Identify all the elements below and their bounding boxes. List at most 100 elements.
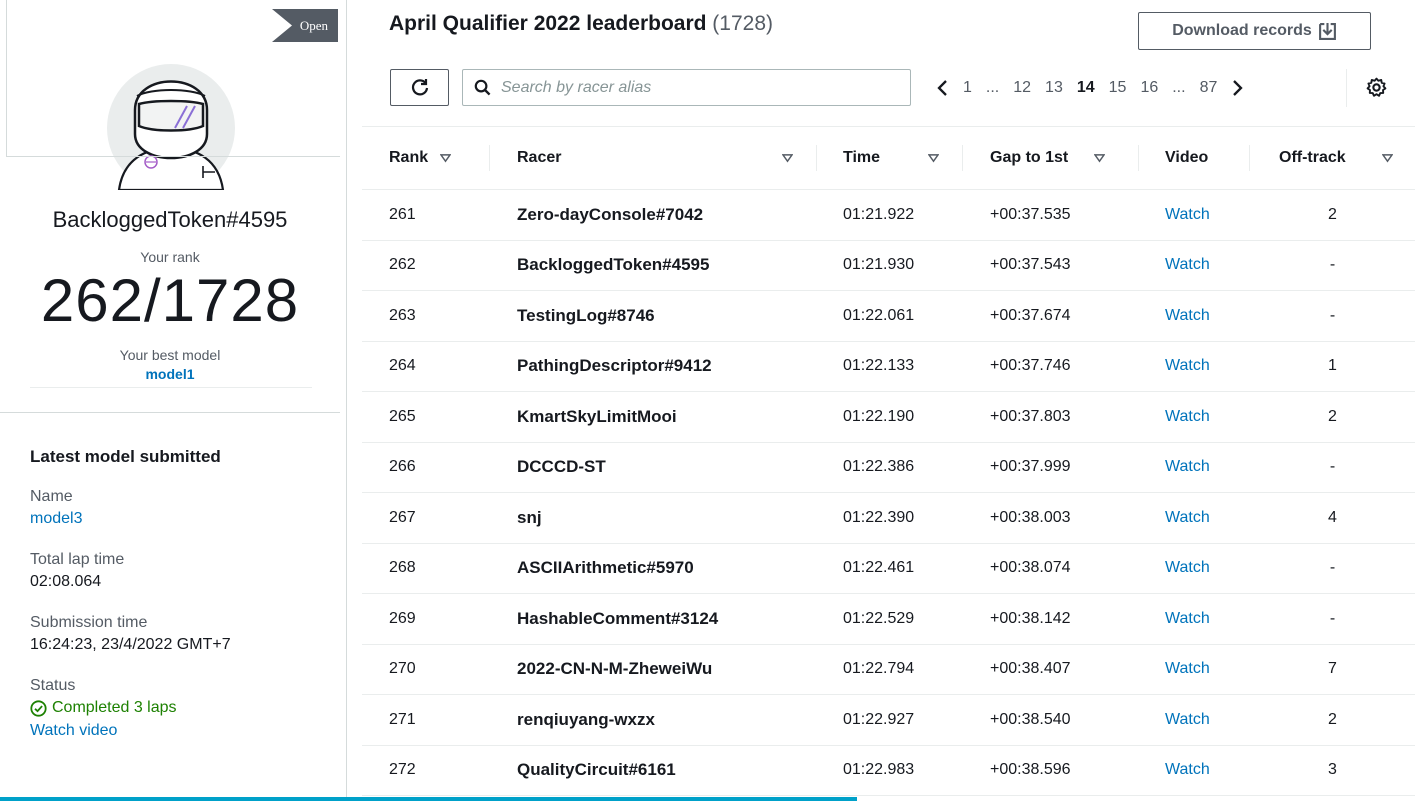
previous-page-button[interactable] [930,79,956,97]
time-cell: 01:22.386 [843,458,915,476]
page-item[interactable]: 13 [1038,79,1070,97]
open-tag[interactable]: Open [272,9,338,42]
gap-cell: +00:38.596 [990,761,1071,779]
time-cell: 01:22.133 [843,357,915,375]
page-ellipsis: ... [985,79,1000,96]
time-cell: 01:22.461 [843,559,915,577]
column-header-racer[interactable]: Racer [490,127,817,190]
watch-link[interactable]: Watch [1139,745,1250,796]
watch-video-link[interactable]: Watch video [30,720,330,742]
download-icon [1318,22,1336,40]
status-text: Completed 3 laps [52,699,177,716]
watch-link[interactable]: Watch [1139,240,1250,291]
column-label-racer: Racer [517,149,562,166]
download-records-button[interactable]: Download records [1138,12,1371,50]
sort-down-icon[interactable] [440,153,452,163]
offtrack-cell: - [1329,609,1336,627]
model-name-link[interactable]: model3 [30,507,330,531]
table-row: 272 QualityCircuit#6161 01:22.983 +00:38.59… [362,745,1415,796]
search-icon [474,79,491,96]
status-badge: Completed 3 laps [30,696,330,720]
watch-link[interactable]: Watch [1139,291,1250,342]
watch-link[interactable]: Watch [1139,644,1250,695]
gap-cell: +00:38.003 [990,508,1071,526]
refresh-button[interactable] [390,69,449,106]
latest-model-heading: Latest model submitted [30,447,221,466]
column-header-rank[interactable]: Rank [362,127,490,190]
racer-cell: ASCIIArithmetic#5970 [517,558,694,578]
sort-down-icon[interactable] [928,153,939,163]
time-cell: 01:22.061 [843,306,915,324]
rank-cell: 269 [389,609,416,627]
search-field[interactable] [462,69,911,106]
column-header-offtrack[interactable]: Off-track [1250,127,1415,190]
sort-down-icon[interactable] [1382,153,1393,163]
gap-cell: +00:38.074 [990,559,1071,577]
gap-cell: +00:37.746 [990,357,1071,375]
lap-time-label: Total lap time [30,551,125,568]
time-cell: 01:22.794 [843,660,915,678]
rank-cell: 265 [389,407,416,425]
column-header-time[interactable]: Time [817,127,963,190]
watch-link[interactable]: Watch [1139,442,1250,493]
model-name-label: Name [30,488,73,505]
status-field: Status Completed 3 laps Watch video [30,676,330,742]
gap-cell: +00:38.540 [990,710,1071,728]
pagination: 1 ... 12 13 14 15 16 ... 87 [930,70,1250,106]
rank-value: 262/1728 [40,267,300,334]
next-page-button[interactable] [1224,79,1250,97]
column-label-rank: Rank [389,149,429,166]
offtrack-cell: - [1329,256,1336,274]
page-item[interactable]: 1 [956,79,979,97]
racer-cell: HashableComment#3124 [517,608,719,628]
model-name-field: Name model3 [30,487,330,531]
column-label-time: Time [843,149,881,166]
page-item-current[interactable]: 14 [1070,79,1102,97]
page-item[interactable]: 87 [1193,79,1225,97]
gap-cell: +00:37.674 [990,306,1071,324]
time-cell: 01:22.190 [843,407,915,425]
leaderboard-table: Rank Racer Time Gap to 1st Video Off-tra… [362,126,1415,796]
search-input[interactable] [501,78,891,97]
racer-cell: Zero-dayConsole#7042 [517,204,704,224]
table-row: 266 DCCCD-ST 01:22.386 +00:37.999 Watch - [362,442,1415,493]
time-cell: 01:22.390 [843,508,915,526]
watch-link[interactable]: Watch [1139,594,1250,645]
sort-down-icon[interactable] [1094,153,1106,163]
watch-link[interactable]: Watch [1139,392,1250,443]
racer-cell: TestingLog#8746 [517,305,655,325]
watch-link[interactable]: Watch [1139,341,1250,392]
latest-model-section: Latest model submitted Name model3 Total… [30,447,330,742]
gap-cell: +00:37.999 [990,458,1071,476]
table-row: 269 HashableComment#3124 01:22.529 +00:38.1… [362,594,1415,645]
pagination-divider [1346,69,1347,107]
racer-cell: renqiuyang-wxzx [517,709,655,729]
page-item[interactable]: 12 [1006,79,1038,97]
profile-divider [6,156,340,157]
offtrack-cell: 7 [1328,660,1337,678]
page-item[interactable]: 15 [1102,79,1134,97]
table-row: 261 Zero-dayConsole#7042 01:21.922 +00:37.5… [362,190,1415,241]
best-model-link[interactable]: model1 [0,366,340,382]
rank-cell: 262 [389,256,416,274]
racer-name: BackloggedToken#4595 [52,207,288,232]
gap-cell: +00:37.543 [990,256,1071,274]
settings-button[interactable] [1366,77,1387,103]
offtrack-cell: 2 [1328,205,1337,223]
rank-cell: 261 [389,205,416,223]
sort-down-icon[interactable] [782,153,793,163]
rank-cell: 266 [389,458,416,476]
page-item[interactable]: 16 [1133,79,1165,97]
lap-time-value: 02:08.064 [30,573,102,590]
offtrack-cell: - [1329,559,1336,577]
column-label-video: Video [1165,149,1209,166]
status-label: Status [30,677,76,694]
watch-link[interactable]: Watch [1139,695,1250,746]
rank-cell: 267 [389,508,416,526]
watch-link[interactable]: Watch [1139,493,1250,544]
watch-link[interactable]: Watch [1139,543,1250,594]
helmet-avatar-icon [107,64,235,192]
column-header-gap[interactable]: Gap to 1st [963,127,1139,190]
download-records-label: Download records [1172,22,1312,39]
watch-link[interactable]: Watch [1139,190,1250,241]
